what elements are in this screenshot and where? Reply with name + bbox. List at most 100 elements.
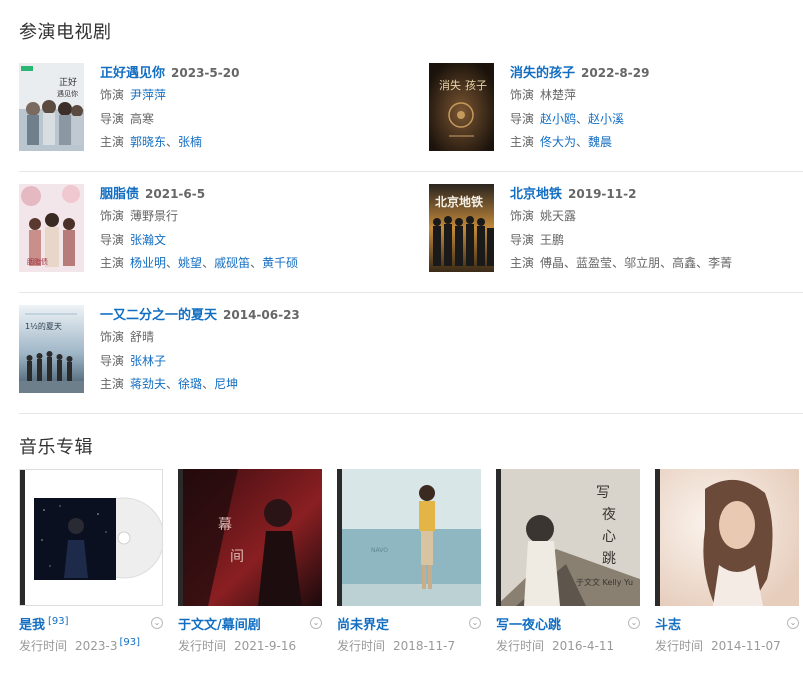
- starring-label: 主演: [510, 135, 535, 149]
- star-link[interactable]: 魏晨: [588, 135, 612, 149]
- star-link[interactable]: 尼坤: [214, 377, 238, 391]
- drama-title[interactable]: 一又二分之一的夏天: [100, 308, 217, 323]
- star-name[interactable]: 邬立朋: [624, 256, 660, 270]
- chevron-down-icon[interactable]: ⌄: [469, 617, 481, 629]
- director-name: 王鹏: [540, 232, 565, 247]
- drama-poster[interactable]: 北京地铁: [429, 184, 494, 272]
- drama-poster[interactable]: 1½的夏天: [19, 305, 84, 393]
- star-link[interactable]: 黄千硕: [262, 256, 298, 270]
- role-value: 薄野景行: [130, 209, 179, 223]
- director-label: 导演: [510, 111, 535, 126]
- director-label: 导演: [100, 232, 125, 247]
- svg-text:1½的夏天: 1½的夏天: [25, 321, 62, 331]
- svg-text:北京地铁: 北京地铁: [435, 194, 483, 209]
- citation-ref[interactable]: [93]: [48, 616, 69, 627]
- role-label: 饰演: [510, 88, 535, 102]
- svg-text:跳: 跳: [602, 551, 616, 567]
- album-name[interactable]: 斗志: [655, 618, 681, 633]
- album-cover[interactable]: 幕 间: [178, 469, 322, 606]
- divider: [19, 413, 803, 414]
- section-title-music: 音乐专辑: [19, 437, 93, 458]
- director-link[interactable]: 赵小鸥: [540, 112, 576, 126]
- role-label: 饰演: [100, 88, 125, 102]
- director-link[interactable]: 张林子: [130, 354, 166, 368]
- drama-date: 2023-5-20: [171, 66, 240, 80]
- role-value: 姚天露: [540, 209, 577, 223]
- svg-text:NAVO: NAVO: [371, 547, 388, 554]
- album-cover[interactable]: NAVO: [337, 469, 481, 606]
- album-cover[interactable]: [19, 469, 163, 606]
- release-date: 2018-11-7: [393, 639, 456, 653]
- role-value[interactable]: 尹萍萍: [130, 88, 166, 102]
- album-item: 幕 间 于文文/幕间剧 ⌄ 发行时间 2021-9-16: [178, 469, 322, 653]
- svg-text:间: 间: [230, 549, 244, 565]
- star-link[interactable]: 郭晓东: [130, 135, 166, 149]
- release-label: 发行时间: [178, 639, 227, 653]
- album-name[interactable]: 是我: [19, 618, 45, 633]
- star-link[interactable]: 姚望: [178, 256, 202, 270]
- drama-date: 2022-8-29: [581, 66, 650, 80]
- svg-text:写: 写: [596, 485, 610, 501]
- album-item: 是我 [93] ⌄ 发行时间 2023-3 [93]: [19, 469, 163, 653]
- star-link[interactable]: 戚砚笛: [214, 256, 250, 270]
- star-name[interactable]: 高鑫: [672, 256, 696, 270]
- release-label: 发行时间: [655, 639, 704, 653]
- director-label: 导演: [100, 111, 125, 126]
- album-cover[interactable]: 写 夜 心 跳 于文文 Kelly Yu: [496, 469, 640, 606]
- drama-poster[interactable]: 消失 孩子: [429, 63, 494, 151]
- star-name[interactable]: 李菁: [708, 256, 732, 270]
- album-name[interactable]: 于文文/幕间剧: [178, 618, 261, 633]
- star-link[interactable]: 张楠: [178, 135, 202, 149]
- role-label: 饰演: [100, 330, 125, 344]
- drama-poster[interactable]: 胭脂债: [19, 184, 84, 272]
- release-date: 2023-3: [75, 639, 118, 653]
- drama-item: 北京地铁 北京地铁 2019-11-2 饰演 姚天露 导演 王鹏 主演 傅晶、蓝盈莹、邬…: [429, 184, 803, 294]
- drama-item: 1½的夏天 一又二分之一的夏天 2014-06-23 饰演 舒晴 导演 张林子 主演蒋…: [19, 305, 409, 415]
- chevron-down-icon[interactable]: ⌄: [310, 617, 322, 629]
- star-name: 傅晶: [540, 256, 565, 270]
- release-label: 发行时间: [337, 639, 386, 653]
- album-item: 斗志 ⌄ 发行时间 2014-11-07: [655, 469, 799, 653]
- drama-title[interactable]: 北京地铁: [510, 187, 562, 202]
- divider: [19, 292, 803, 293]
- section-title-tv: 参演电视剧: [19, 22, 112, 43]
- release-date: 2021-9-16: [234, 639, 297, 653]
- chevron-down-icon[interactable]: ⌄: [151, 617, 163, 629]
- director-link[interactable]: 赵小溪: [588, 112, 624, 126]
- svg-text:遇见你: 遇见你: [57, 89, 78, 98]
- chevron-down-icon[interactable]: ⌄: [628, 617, 640, 629]
- drama-title[interactable]: 胭脂债: [100, 187, 139, 202]
- drama-poster[interactable]: 正好 遇见你: [19, 63, 84, 151]
- director-label: 导演: [100, 353, 125, 368]
- starring-label: 主演: [100, 135, 125, 149]
- drama-title[interactable]: 正好遇见你: [100, 66, 165, 81]
- album-name[interactable]: 写一夜心跳: [496, 618, 561, 633]
- drama-date: 2014-06-23: [223, 308, 300, 322]
- role-label: 饰演: [510, 209, 535, 223]
- svg-text:正好: 正好: [59, 76, 77, 88]
- star-link[interactable]: 佟大为: [540, 135, 576, 149]
- citation-ref[interactable]: [93]: [120, 637, 141, 648]
- star-name[interactable]: 蓝盈莹: [576, 256, 612, 270]
- star-link[interactable]: 蒋劲夫: [130, 377, 166, 391]
- svg-text:心: 心: [602, 529, 616, 545]
- drama-date: 2019-11-2: [568, 187, 637, 201]
- album-cover[interactable]: [655, 469, 799, 606]
- drama-item: 正好 遇见你 正好遇见你 2023-5-20 饰演 尹萍萍 导演 高寒 主演 郭晓东、张…: [19, 63, 409, 173]
- role-value: 林楚萍: [540, 88, 577, 102]
- chevron-down-icon[interactable]: ⌄: [787, 617, 799, 629]
- drama-title[interactable]: 消失的孩子: [510, 66, 575, 81]
- role-label: 饰演: [100, 209, 125, 223]
- role-value: 舒晴: [130, 330, 155, 344]
- starring-label: 主演: [100, 256, 125, 270]
- director-link[interactable]: 张瀚文: [130, 233, 166, 247]
- drama-date: 2021-6-5: [145, 187, 206, 201]
- album-name[interactable]: 尚未界定: [337, 618, 389, 633]
- star-link[interactable]: 徐璐: [178, 377, 202, 391]
- drama-item: 消失 孩子 消失的孩子 2022-8-29 饰演 林楚萍 导演 赵小鸥、赵小溪 主演佟…: [429, 63, 803, 173]
- star-link[interactable]: 杨业明: [130, 256, 166, 270]
- release-label: 发行时间: [496, 639, 545, 653]
- svg-text:胭脂债: 胭脂债: [27, 257, 48, 266]
- svg-text:夜: 夜: [602, 507, 616, 523]
- album-item: NAVO 尚未界定 ⌄ 发行时间 2018-11-7: [337, 469, 481, 653]
